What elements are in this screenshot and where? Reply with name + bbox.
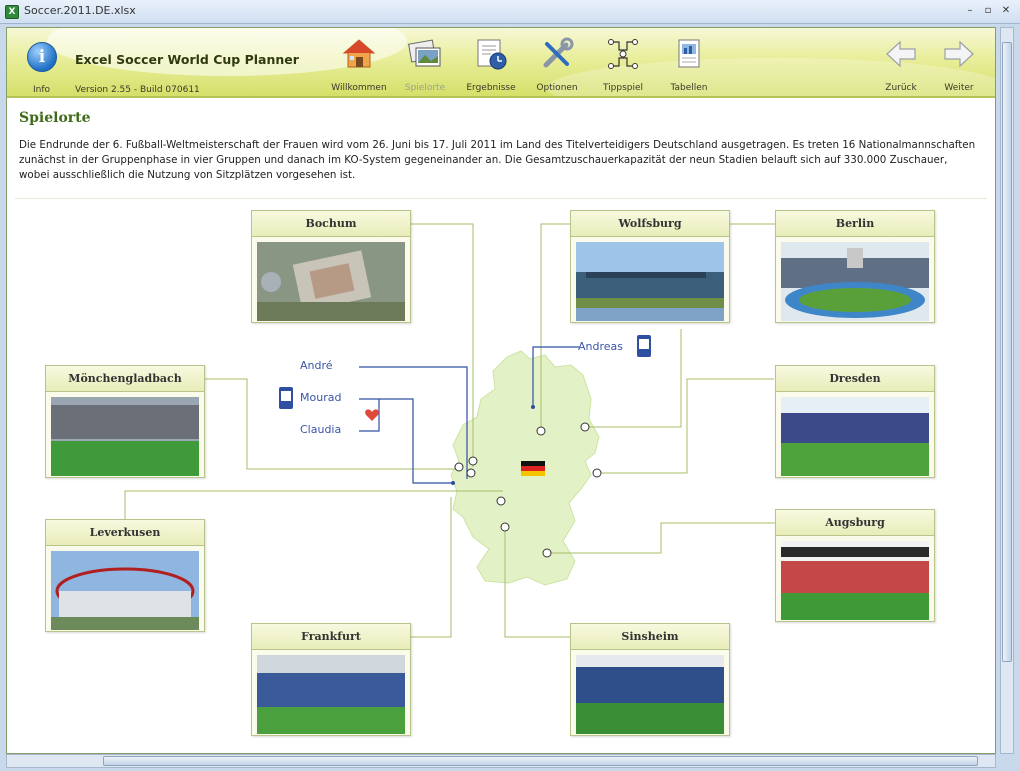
photos-icon (407, 36, 443, 72)
nav-label: Ergebnisse (466, 83, 516, 93)
info-button[interactable]: i (27, 42, 57, 72)
bracket-icon (605, 36, 641, 72)
venue-name: Mönchengladbach (46, 366, 204, 392)
venue-name: Wolfsburg (571, 211, 729, 237)
nav-optionen[interactable]: Optionen (524, 34, 590, 96)
venue-card[interactable]: Wolfsburg (570, 210, 730, 323)
info-icon: i (38, 47, 46, 67)
venue-card[interactable]: Mönchengladbach (45, 365, 205, 478)
person-mourad[interactable]: Mourad (300, 391, 341, 404)
close-button[interactable]: ✕ (999, 5, 1013, 18)
next-button[interactable]: Weiter (929, 34, 989, 96)
nav-tabellen[interactable]: Tabellen (656, 34, 722, 96)
horizontal-scrollbar[interactable] (6, 754, 996, 768)
venue-name: Frankfurt (252, 624, 410, 650)
venue-card[interactable]: Bochum (251, 210, 411, 323)
venue-name: Augsburg (776, 510, 934, 536)
venue-card[interactable]: Dresden (775, 365, 935, 478)
info-label: Info (33, 85, 51, 95)
person-badge-icon (279, 387, 293, 409)
next-label: Weiter (944, 83, 974, 93)
horizontal-scroll-thumb[interactable] (103, 756, 978, 766)
venue-card[interactable]: Augsburg (775, 509, 935, 622)
nav-spielorte[interactable]: Spielorte (392, 34, 458, 96)
nav-label: Spielorte (404, 83, 446, 93)
venue-card[interactable]: Frankfurt (251, 623, 411, 736)
heart-icon (365, 409, 379, 421)
version-label: Version 2.55 - Build 070611 (75, 85, 200, 95)
tools-icon (539, 36, 575, 72)
intro-text: Die Endrunde der 6. Fußball-Weltmeisters… (19, 139, 976, 181)
venue-name: Bochum (252, 211, 410, 237)
home-icon (341, 36, 377, 72)
stadium-photo (781, 242, 929, 321)
nav-tippspiel[interactable]: Tippspiel (590, 34, 656, 96)
nav-label: Optionen (536, 83, 578, 93)
stadium-photo (51, 397, 199, 476)
arrow-right-icon (941, 36, 977, 72)
venue-card[interactable]: Sinsheim (570, 623, 730, 736)
venue-name: Dresden (776, 366, 934, 392)
vertical-scroll-thumb[interactable] (1002, 42, 1012, 662)
stadium-photo (51, 551, 199, 630)
venue-name: Sinsheim (571, 624, 729, 650)
germany-flag-icon (521, 461, 545, 476)
nav-ergebnisse[interactable]: Ergebnisse (458, 34, 524, 96)
window-title: Soccer.2011.DE.xlsx (24, 4, 136, 17)
stadium-photo (257, 655, 405, 734)
stadium-photo (781, 397, 929, 476)
toolbar-ribbon: i Info Excel Soccer World Cup Planner Ve… (7, 28, 995, 98)
stadium-photo (257, 242, 405, 321)
app-frame: i Info Excel Soccer World Cup Planner Ve… (6, 27, 996, 754)
nav-label: Willkommen (331, 83, 387, 93)
arrow-left-icon (883, 36, 919, 72)
window-titlebar: X Soccer.2011.DE.xlsx – ▫ ✕ (0, 0, 1020, 24)
nav-label: Tabellen (670, 83, 708, 93)
app-title: Excel Soccer World Cup Planner (75, 52, 299, 67)
person-andreas[interactable]: Andreas (578, 340, 623, 353)
page-title: Spielorte (19, 110, 91, 126)
stadium-photo (781, 541, 929, 620)
vertical-scrollbar[interactable] (1000, 27, 1014, 754)
back-label: Zurück (885, 83, 917, 93)
results-icon (473, 36, 509, 72)
minimize-button[interactable]: – (963, 5, 977, 18)
person-claudia[interactable]: Claudia (300, 423, 341, 436)
table-icon (671, 36, 707, 72)
stadium-photo (576, 242, 724, 321)
back-button[interactable]: Zurück (871, 34, 931, 96)
venue-card[interactable]: Leverkusen (45, 519, 205, 632)
venue-name: Berlin (776, 211, 934, 237)
nav-willkommen[interactable]: Willkommen (326, 34, 392, 96)
excel-icon: X (5, 5, 19, 19)
venue-map: André Mourad Claudia Andreas Bochum Wolf… (15, 198, 987, 753)
venue-card[interactable]: Berlin (775, 210, 935, 323)
person-andre[interactable]: André (300, 359, 333, 372)
person-badge-icon (637, 335, 651, 357)
nav-label: Tippspiel (602, 83, 644, 93)
venue-name: Leverkusen (46, 520, 204, 546)
content-area: Spielorte Die Endrunde der 6. Fußball-We… (7, 98, 995, 753)
stadium-photo (576, 655, 724, 734)
restore-button[interactable]: ▫ (981, 5, 995, 18)
